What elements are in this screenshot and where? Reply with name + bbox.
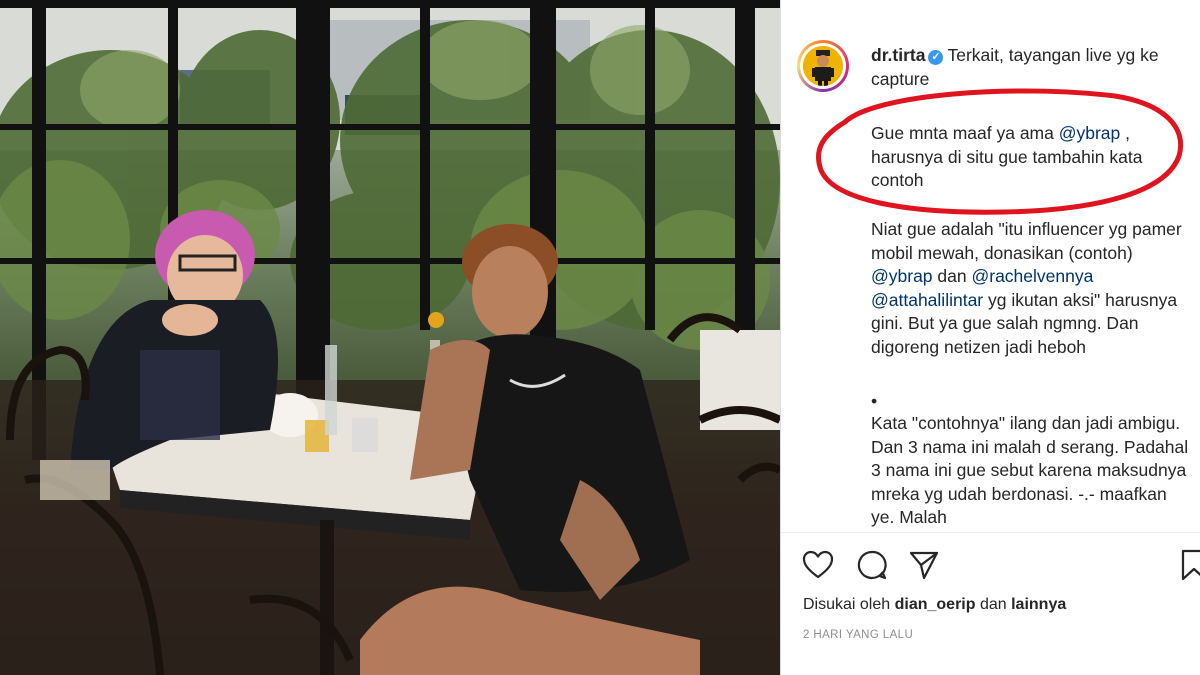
post-timestamp[interactable]: 2 HARI YANG LALU <box>803 629 913 641</box>
likes-prefix: Disukai oleh <box>803 596 895 613</box>
avatar-image <box>803 46 843 86</box>
divider <box>781 532 1200 533</box>
mention-ybrap-2[interactable]: @ybrap <box>871 266 933 286</box>
avatar[interactable] <box>797 40 849 92</box>
caption-intent: Niat gue adalah "itu influencer yg pamer… <box>871 218 1189 359</box>
intent-text-1: Niat gue adalah "itu influencer yg pamer… <box>871 219 1182 263</box>
caption-apology: Gue mnta maaf ya ama @ybrap , harusnya d… <box>871 122 1171 193</box>
intent-text-2: dan <box>932 266 972 286</box>
mention-ybrap[interactable]: @ybrap <box>1059 123 1121 143</box>
likes-summary: Disukai oleh dian_oerip dan lainnya <box>803 596 1066 614</box>
post-photo <box>0 0 780 675</box>
username-link[interactable]: dr.tirta <box>871 45 925 65</box>
screenshot: dr.tirta ✓ Terkait, tayangan live yg ke ca… <box>0 0 1200 675</box>
avatar-figure-icon <box>803 46 843 86</box>
likes-others-link[interactable]: lainnya <box>1011 596 1066 613</box>
caption-bullet: • <box>871 391 878 411</box>
mention-attahalilintar[interactable]: @attahalilintar <box>871 290 983 310</box>
bookmark-icon[interactable] <box>1177 548 1200 582</box>
action-bar <box>801 548 1200 584</box>
comment-icon[interactable] <box>855 548 889 582</box>
cafe-scene-illustration <box>0 0 780 675</box>
mention-rachelvennya[interactable]: @rachelvennya <box>971 266 1093 286</box>
liker-username[interactable]: dian_oerip <box>895 596 976 613</box>
share-icon[interactable] <box>907 548 941 582</box>
heart-icon[interactable] <box>801 548 835 582</box>
caption-explanation: Kata "contohnya" ilang dan jadi ambigu. … <box>871 413 1189 527</box>
apology-text: Gue mnta maaf ya ama <box>871 123 1059 143</box>
likes-middle: dan <box>975 596 1012 613</box>
caption-header: dr.tirta ✓ Terkait, tayangan live yg ke ca… <box>871 44 1189 91</box>
instagram-caption-panel: dr.tirta ✓ Terkait, tayangan live yg ke ca… <box>780 0 1200 675</box>
verified-badge-icon: ✓ <box>928 50 944 65</box>
